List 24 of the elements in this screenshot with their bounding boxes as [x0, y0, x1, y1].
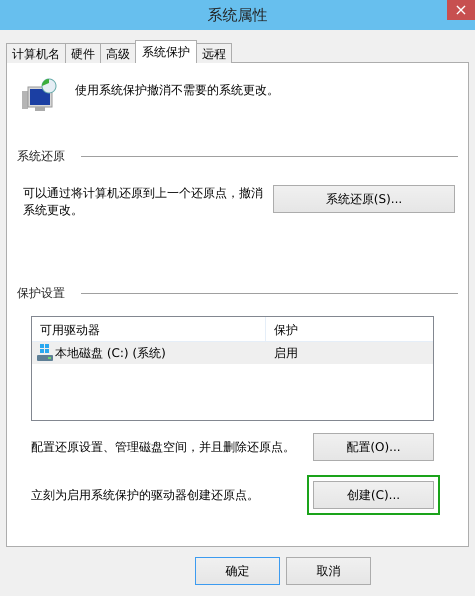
column-header[interactable]: 可用驱动器: [32, 317, 266, 341]
column-header[interactable]: 保护: [266, 317, 306, 341]
protection-status: 启用: [273, 345, 298, 362]
section-title: 系统还原: [17, 148, 65, 165]
tab[interactable]: 计算机名: [6, 43, 66, 63]
drive-icon: [37, 344, 53, 362]
configure-button[interactable]: 配置(O)...: [313, 433, 434, 461]
description-text: 配置还原设置、管理磁盘空间，并且删除还原点。: [31, 439, 295, 456]
computer-restore-icon: [20, 77, 58, 113]
tab[interactable]: 硬件: [65, 43, 101, 63]
system-restore-button[interactable]: 系统还原(S)...: [273, 185, 455, 213]
section-title: 保护设置: [17, 285, 65, 302]
close-button[interactable]: ×: [447, 0, 475, 20]
window-title: 系统属性: [208, 5, 268, 26]
intro-text: 使用系统保护撤消不需要的系统更改。: [75, 82, 279, 99]
dialog-button[interactable]: 取消: [286, 557, 371, 585]
drive-name: 本地磁盘 (C:) (系统): [55, 345, 167, 362]
tab[interactable]: 系统保护: [135, 40, 197, 63]
description-text: 立刻为启用系统保护的驱动器创建还原点。: [31, 487, 259, 504]
dialog-button[interactable]: 确定: [195, 557, 280, 585]
tab[interactable]: 远程: [196, 43, 232, 63]
drive-row[interactable]: 本地磁盘 (C:) (系统) 启用: [32, 342, 433, 364]
description-text: 可以通过将计算机还原到上一个还原点，撤消系统更改。: [23, 185, 264, 219]
tab[interactable]: 高级: [100, 43, 136, 63]
